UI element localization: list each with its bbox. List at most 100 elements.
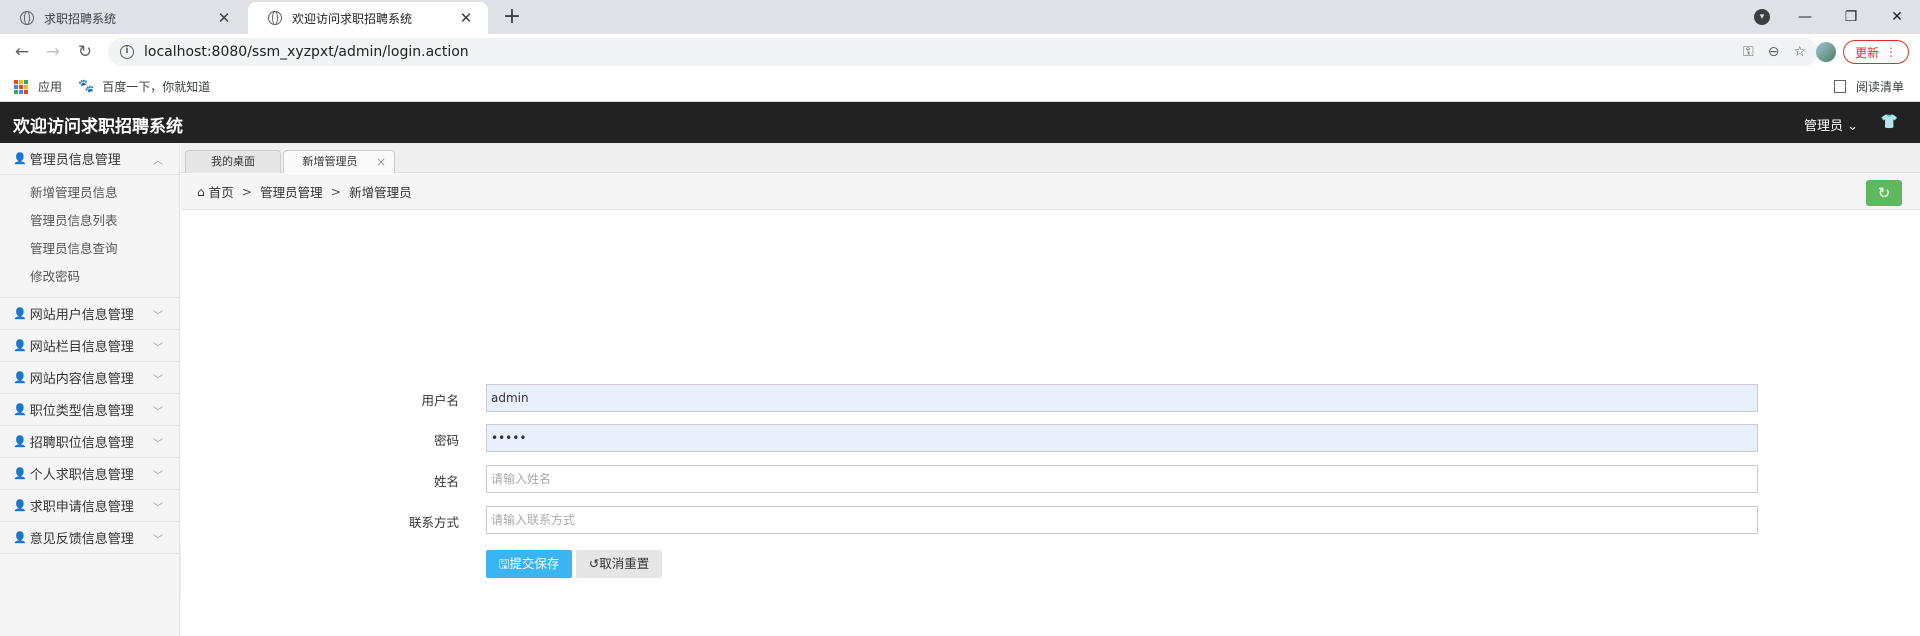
sidebar-group-label: 意见反馈信息管理 — [29, 532, 134, 547]
chevron-down-icon: ﹀ — [153, 471, 163, 482]
sidebar-group-label: 管理员信息管理 — [29, 153, 121, 168]
sidebar-item-admin-list[interactable]: 管理员信息列表 — [0, 207, 179, 235]
bookmarks-bar: 应用 🐾 百度一下，你就知道 阅读清单 — [0, 70, 1920, 102]
close-icon[interactable]: ✕ — [216, 9, 232, 27]
contact-input[interactable] — [486, 506, 1758, 534]
info-icon[interactable]: i — [120, 45, 134, 59]
new-tab-button[interactable]: + — [498, 4, 526, 32]
sidebar-item-change-password[interactable]: 修改密码 — [0, 263, 179, 291]
contact-label: 联系方式 — [408, 515, 459, 530]
chevron-down-icon: ﹀ — [153, 439, 163, 450]
sidebar-group-label: 网站栏目信息管理 — [29, 340, 134, 355]
star-icon[interactable]: ☆ — [1793, 44, 1806, 60]
sidebar-group-admin[interactable]: 👤 管理员信息管理 ︿ — [0, 143, 179, 175]
chevron-down-icon: ⌄ — [1847, 119, 1858, 134]
user-icon: 👤 — [13, 371, 27, 384]
forward-button[interactable]: → — [40, 39, 66, 65]
user-icon: 👤 — [13, 307, 27, 320]
sidebar-item-add-admin[interactable]: 新增管理员信息 — [0, 179, 179, 207]
update-button[interactable]: 更新 ⋮ — [1843, 40, 1909, 64]
sidebar-group-resumes[interactable]: 👤 个人求职信息管理 ﹀ — [0, 458, 179, 490]
breadcrumb-separator: > — [330, 184, 342, 199]
browser-tab-title: 求职招聘系统 — [44, 11, 117, 26]
omnibox[interactable]: i localhost:8080/ssm_xyzpxt/admin/login.… — [108, 38, 1818, 66]
window-close-button[interactable]: ✕ — [1874, 0, 1920, 34]
baidu-paw-icon: 🐾 — [78, 79, 95, 94]
form-row-name: 姓名 — [181, 465, 1920, 493]
sidebar-group-label: 招聘职位信息管理 — [29, 436, 134, 451]
home-icon: ⌂ — [197, 184, 205, 199]
user-icon: 👤 — [13, 531, 27, 544]
user-icon: 👤 — [13, 339, 27, 352]
sidebar-group-content[interactable]: 👤 网站内容信息管理 ﹀ — [0, 362, 179, 394]
tshirt-icon[interactable]: 👕 — [1881, 114, 1898, 130]
breadcrumb: ⌂ 首页 > 管理员管理 > 新增管理员 ↻ — [181, 174, 1920, 210]
submit-save-button[interactable]: 🖫提交保存 — [486, 550, 572, 578]
form-row-contact: 联系方式 — [181, 506, 1920, 534]
address-toolbar: ← → ↻ i localhost:8080/ssm_xyzpxt/admin/… — [0, 34, 1920, 70]
chevron-down-icon: ﹀ — [153, 375, 163, 386]
url-text[interactable]: localhost:8080/ssm_xyzpxt/admin/login.ac… — [144, 44, 1743, 60]
back-button[interactable]: ← — [9, 39, 35, 65]
zoom-icon[interactable]: ⊖ — [1768, 44, 1780, 60]
minimize-button[interactable]: — — [1782, 0, 1828, 34]
submit-save-label: 提交保存 — [509, 556, 560, 571]
breadcrumb-separator: > — [241, 184, 253, 199]
bookmark-apps[interactable]: 应用 — [14, 78, 62, 95]
user-icon: 👤 — [13, 467, 27, 480]
username-input[interactable] — [486, 384, 1758, 412]
browser-tab-2-active[interactable]: 欢迎访问求职招聘系统 ✕ — [248, 2, 488, 34]
chevron-down-icon: ﹀ — [153, 343, 163, 354]
sidebar-item-admin-query[interactable]: 管理员信息查询 — [0, 235, 179, 263]
chevron-down-icon: ﹀ — [153, 535, 163, 546]
sidebar-group-users[interactable]: 👤 网站用户信息管理 ﹀ — [0, 298, 179, 330]
bookmark-baidu[interactable]: 🐾 百度一下，你就知道 — [78, 78, 210, 95]
tab-add-admin[interactable]: 新增管理员 × — [283, 150, 395, 173]
chevron-down-icon: ﹀ — [153, 311, 163, 322]
sidebar-group-job-types[interactable]: 👤 职位类型信息管理 ﹀ — [0, 394, 179, 426]
sidebar-group-feedback[interactable]: 👤 意见反馈信息管理 ﹀ — [0, 522, 179, 554]
reading-list-icon — [1833, 80, 1846, 93]
refresh-button[interactable]: ↻ — [1866, 180, 1902, 206]
sidebar-group-applications[interactable]: 👤 求职申请信息管理 ﹀ — [0, 490, 179, 522]
password-label: 密码 — [433, 433, 459, 448]
form-row-username: 用户名 — [181, 384, 1920, 412]
sidebar-group-label: 网站用户信息管理 — [29, 308, 134, 323]
chevron-down-icon: ▾ — [1754, 9, 1770, 25]
close-icon[interactable]: ✕ — [458, 9, 474, 27]
submenu-admin: 新增管理员信息 管理员信息列表 管理员信息查询 修改密码 — [0, 175, 179, 298]
form-row-password: 密码 — [181, 424, 1920, 452]
update-label: 更新 — [1854, 45, 1879, 60]
avatar[interactable] — [1816, 42, 1836, 62]
restore-button[interactable]: ❐ — [1828, 0, 1874, 34]
reload-button[interactable]: ↻ — [72, 39, 98, 65]
more-icon: ⋮ — [1885, 45, 1897, 59]
breadcrumb-home[interactable]: 首页 — [209, 182, 234, 201]
undo-icon: ↺ — [588, 556, 600, 571]
sidebar-group-columns[interactable]: 👤 网站栏目信息管理 ﹀ — [0, 330, 179, 362]
user-icon: 👤 — [13, 499, 27, 512]
key-icon[interactable]: ⚿ — [1743, 44, 1754, 60]
chevron-down-icon: ﹀ — [153, 503, 163, 514]
save-icon: 🖫 — [498, 556, 510, 571]
sidebar-group-label: 个人求职信息管理 — [29, 468, 134, 483]
cancel-reset-label: 取消重置 — [599, 556, 650, 571]
browser-tab-1[interactable]: 求职招聘系统 ✕ — [0, 2, 246, 34]
password-input[interactable] — [486, 424, 1758, 452]
app-title: 欢迎访问求职招聘系统 — [13, 117, 183, 137]
bookmark-label: 百度一下，你就知道 — [102, 80, 211, 94]
reading-list-label: 阅读清单 — [1855, 80, 1904, 94]
bookmark-label: 应用 — [38, 80, 63, 94]
user-icon: 👤 — [13, 403, 27, 416]
close-icon[interactable]: × — [376, 151, 386, 173]
admin-menu[interactable]: 管理员 ⌄ — [1804, 115, 1858, 134]
breadcrumb-current: 新增管理员 — [349, 185, 412, 200]
breadcrumb-section[interactable]: 管理员管理 — [260, 182, 323, 201]
name-input[interactable] — [486, 465, 1758, 493]
tab-desktop[interactable]: 我的桌面 — [185, 150, 281, 173]
reading-list[interactable]: 阅读清单 — [1833, 78, 1904, 95]
cancel-reset-button[interactable]: ↺取消重置 — [576, 550, 662, 578]
sidebar-group-jobs[interactable]: 👤 招聘职位信息管理 ﹀ — [0, 426, 179, 458]
admin-menu-label: 管理员 — [1803, 119, 1843, 134]
tab-search-button[interactable]: ▾ — [1742, 0, 1782, 34]
